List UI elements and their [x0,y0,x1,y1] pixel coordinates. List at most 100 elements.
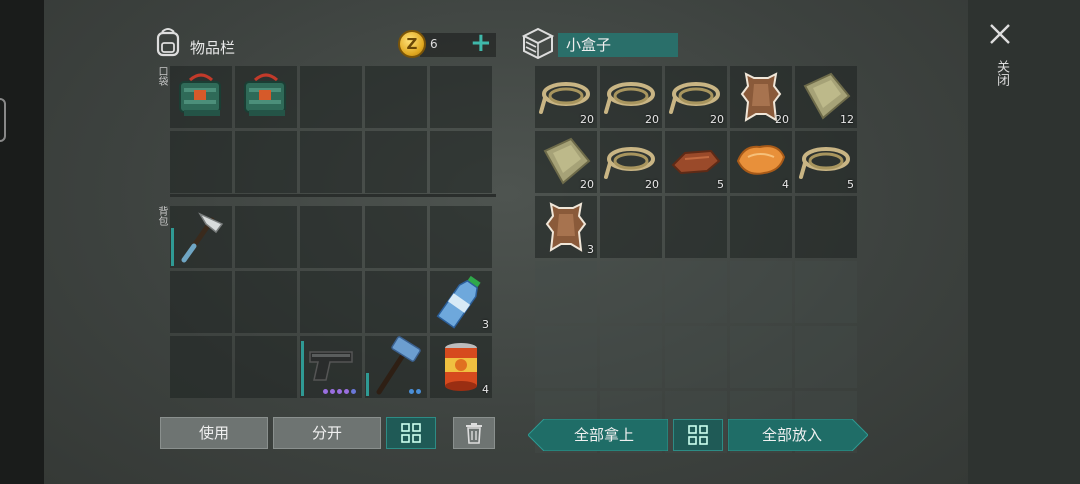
empty-slot[interactable] [665,326,727,388]
item-slot[interactable]: 5 [795,131,857,193]
empty-slot[interactable] [430,206,492,268]
empty-slot[interactable] [235,206,297,268]
container-name: 小盒子 [558,33,678,57]
durability-bar [366,373,369,396]
item-quantity: 20 [645,113,659,126]
empty-slot[interactable] [600,196,662,258]
upgrade-dots [323,389,356,394]
item-slot[interactable]: 4 [730,131,792,193]
item-quantity: 20 [645,178,659,191]
upgrade-dots [409,389,421,394]
trash-button[interactable] [453,417,495,449]
item-slot[interactable] [300,336,362,398]
item-quantity: 20 [580,113,594,126]
box-icon [521,27,555,60]
item-quantity: 20 [580,178,594,191]
item-slot[interactable]: 20 [535,66,597,128]
backpack-grid: 34 [170,206,492,398]
take-all-button[interactable]: 全部拿上 [540,419,668,451]
upgrade-dot [344,389,349,394]
item-slot[interactable]: 20 [600,131,662,193]
close-icon[interactable] [988,22,1012,46]
empty-slot[interactable] [665,261,727,323]
empty-slot[interactable] [365,131,427,193]
left-edge [0,0,44,484]
sort-inventory-button[interactable] [386,417,436,449]
container-grid: 20 20 20 20 12 20 20 5 4 5 3 [535,66,857,453]
empty-slot[interactable] [730,196,792,258]
item-quantity: 5 [717,178,724,191]
item-slot[interactable] [170,66,232,128]
empty-slot[interactable] [170,271,232,333]
empty-slot[interactable] [170,131,232,193]
item-slot[interactable]: 20 [665,66,727,128]
trash-icon [466,423,482,444]
empty-slot[interactable] [235,131,297,193]
empty-slot[interactable] [795,326,857,388]
toolbox-icon [244,73,286,116]
item-slot[interactable] [235,66,297,128]
item-quantity: 12 [840,113,854,126]
empty-slot[interactable] [795,261,857,323]
item-slot[interactable]: 4 [430,336,492,398]
hatchet-icon [181,212,224,263]
empty-slot[interactable] [665,196,727,258]
right-edge [968,0,1080,484]
empty-slot[interactable] [365,271,427,333]
coin-count: 6 [430,37,438,51]
empty-slot[interactable] [430,131,492,193]
upgrade-dot [416,389,421,394]
item-quantity: 3 [482,318,489,331]
item-quantity: 20 [710,113,724,126]
grid-sort-icon [688,425,708,445]
empty-slot[interactable] [300,131,362,193]
pocket-grid [170,66,492,193]
item-slot[interactable] [365,336,427,398]
durability-bar [171,228,174,266]
item-slot[interactable]: 3 [430,271,492,333]
side-tab[interactable] [0,98,6,142]
empty-slot[interactable] [365,66,427,128]
empty-slot[interactable] [430,66,492,128]
item-slot[interactable]: 3 [535,196,597,258]
empty-slot[interactable] [235,271,297,333]
item-quantity: 5 [847,178,854,191]
item-quantity: 3 [587,243,594,256]
use-button[interactable]: 使用 [160,417,268,449]
empty-slot[interactable] [300,206,362,268]
item-slot[interactable]: 20 [730,66,792,128]
item-slot[interactable]: 12 [795,66,857,128]
item-quantity: 20 [775,113,789,126]
empty-slot[interactable] [795,196,857,258]
empty-slot[interactable] [365,206,427,268]
item-slot[interactable]: 20 [535,131,597,193]
empty-slot[interactable] [170,336,232,398]
empty-slot[interactable] [235,336,297,398]
backpack-label: 背包 [156,206,167,226]
item-slot[interactable]: 5 [665,131,727,193]
empty-slot[interactable] [600,261,662,323]
split-button[interactable]: 分开 [273,417,381,449]
pocket-label: 口袋 [156,66,167,86]
item-slot[interactable]: 20 [600,66,662,128]
upgrade-dot [337,389,342,394]
add-coins-button[interactable]: + [470,29,492,57]
coin-icon: Z [398,30,426,58]
empty-slot[interactable] [600,326,662,388]
empty-slot[interactable] [300,271,362,333]
empty-slot[interactable] [535,261,597,323]
empty-slot[interactable] [300,66,362,128]
empty-slot[interactable] [535,326,597,388]
durability-bar [301,341,304,396]
item-slot[interactable] [170,206,232,268]
empty-slot[interactable] [730,326,792,388]
upgrade-dot [323,389,328,394]
empty-slot[interactable] [730,261,792,323]
put-all-button[interactable]: 全部放入 [728,419,856,451]
toolbox-icon [179,73,221,116]
sort-container-button[interactable] [673,419,723,451]
close-label[interactable]: 关闭 [992,60,1011,86]
upgrade-dot [409,389,414,394]
backpack-icon [156,28,180,57]
upgrade-dot [330,389,335,394]
